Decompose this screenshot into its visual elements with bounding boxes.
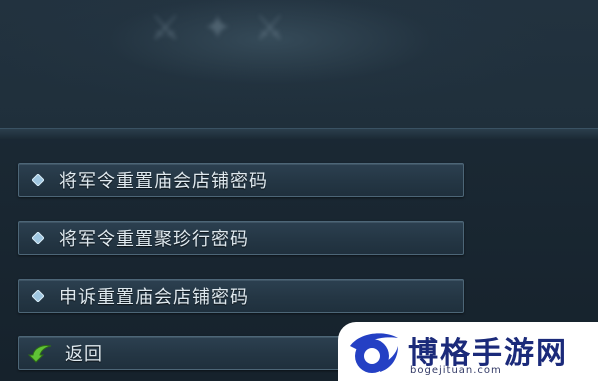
blurred-header-graphic: ⚔ ✦ ⚔ [150,8,292,48]
diamond-bullet-icon [31,173,45,187]
game-dialog-screen: ⚔ ✦ ⚔ 将军令重置庙会店铺密码 将军令重置聚珍行密码 申诉重置庙会店铺密码 [0,0,598,381]
site-logo-icon [350,333,398,373]
menu-option-label: 将军令重置庙会店铺密码 [59,171,268,192]
header-divider [0,128,598,139]
diamond-bullet-icon [31,231,45,245]
menu-option-reset-treasure-shop-password[interactable]: 将军令重置聚珍行密码 [18,221,464,255]
menu-option-appeal-reset-temple-shop-password[interactable]: 申诉重置庙会店铺密码 [18,279,464,313]
menu-option-reset-temple-shop-password[interactable]: 将军令重置庙会店铺密码 [18,163,464,197]
watermark-site-url: bogejituan.com [410,365,502,376]
diamond-bullet-icon [31,289,45,303]
back-button[interactable]: 返回 [18,336,348,370]
header-background-art: ⚔ ✦ ⚔ [0,0,598,130]
menu-option-label: 申诉重置庙会店铺密码 [59,287,249,308]
site-watermark: 博格手游网 bogejituan.com [338,322,598,381]
back-arrow-icon [27,343,53,363]
back-label: 返回 [65,344,103,365]
menu-option-label: 将军令重置聚珍行密码 [59,229,249,250]
